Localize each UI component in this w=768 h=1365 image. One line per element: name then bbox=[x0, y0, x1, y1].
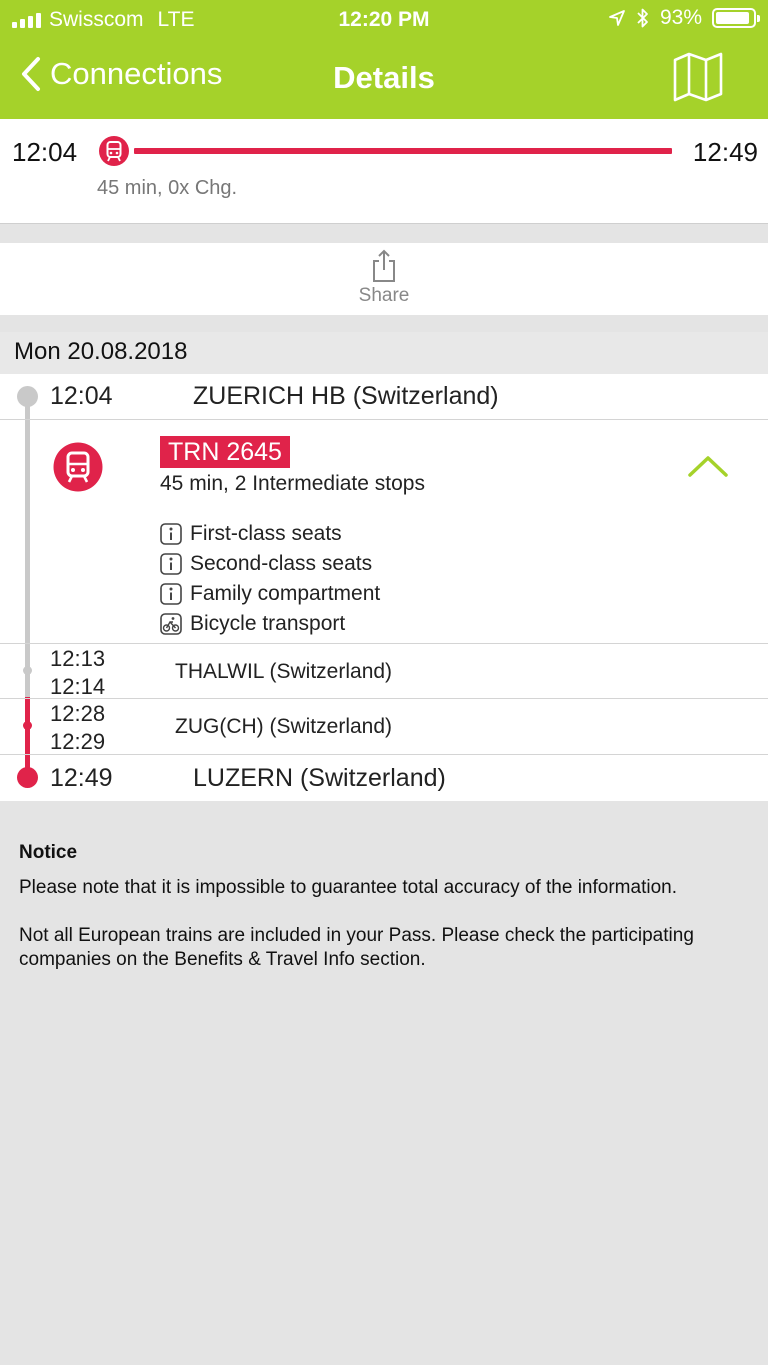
summary-journey-bar bbox=[134, 148, 672, 154]
amenity-label: First-class seats bbox=[190, 522, 342, 545]
amenity-label: Bicycle transport bbox=[190, 612, 346, 635]
timeline-stop-dot bbox=[23, 721, 32, 730]
divider bbox=[0, 419, 768, 420]
info-icon bbox=[160, 523, 182, 545]
status-right: 93% bbox=[608, 6, 760, 30]
connection-summary: 12:04 12:49 45 min, 0x Chg. bbox=[0, 119, 768, 224]
amenity-label: Family compartment bbox=[190, 582, 381, 605]
notice-paragraph: Please note that it is impossible to gua… bbox=[19, 877, 677, 898]
train-name-badge: TRN 2645 bbox=[160, 436, 290, 468]
notice-section: Notice Please note that it is impossible… bbox=[19, 842, 739, 996]
train-icon bbox=[53, 442, 103, 497]
timeline-stop-dot bbox=[23, 666, 32, 675]
departure-station[interactable]: ZUERICH HB (Switzerland) bbox=[193, 382, 499, 411]
amenity-item: Bicycle transport bbox=[160, 612, 345, 636]
share-label: Share bbox=[358, 285, 410, 306]
stop-departure-time: 12:29 bbox=[50, 729, 106, 754]
divider bbox=[0, 754, 768, 755]
chevron-up-icon bbox=[688, 456, 728, 477]
battery-percent: 93% bbox=[659, 6, 702, 29]
timeline-line-upcoming bbox=[25, 697, 30, 777]
battery-icon bbox=[712, 8, 760, 28]
divider bbox=[0, 643, 768, 644]
bicycle-icon bbox=[160, 613, 182, 635]
battery-level-fill bbox=[716, 12, 750, 24]
summary-duration-changes: 45 min, 0x Chg. bbox=[97, 177, 238, 199]
info-icon bbox=[160, 553, 182, 575]
stop-station[interactable]: ZUG(CH) (Switzerland) bbox=[175, 715, 392, 739]
arrival-station[interactable]: LUZERN (Switzerland) bbox=[193, 764, 446, 793]
share-bar: Share bbox=[0, 243, 768, 315]
stop-arrival-time: 12:13 bbox=[50, 646, 106, 671]
amenity-item: First-class seats bbox=[160, 522, 342, 546]
timeline-start-dot bbox=[17, 386, 38, 407]
status-bar: Swisscom LTE 12:20 PM 93% bbox=[0, 0, 768, 40]
notice-title: Notice bbox=[19, 842, 78, 863]
summary-departure-time: 12:04 bbox=[12, 137, 78, 167]
summary-arrival-time: 12:49 bbox=[692, 137, 758, 167]
amenity-label: Second-class seats bbox=[190, 552, 373, 575]
back-button-label: Connections bbox=[50, 56, 223, 91]
back-button[interactable]: Connections bbox=[20, 56, 222, 92]
amenity-item: Family compartment bbox=[160, 582, 380, 606]
amenity-item: Second-class seats bbox=[160, 552, 372, 576]
stop-departure-time: 12:14 bbox=[50, 674, 106, 699]
notice-paragraph: Not all European trains are included in … bbox=[19, 925, 694, 970]
collapse-button[interactable] bbox=[686, 450, 730, 480]
journey-date: Mon 20.08.2018 bbox=[14, 338, 188, 365]
journey-timeline: 12:04 ZUERICH HB (Switzerland) TRN 2645 … bbox=[0, 374, 768, 801]
map-button[interactable] bbox=[672, 50, 724, 102]
info-icon bbox=[160, 583, 182, 605]
share-icon bbox=[373, 249, 395, 282]
location-arrow-icon bbox=[609, 10, 625, 26]
date-header: Mon 20.08.2018 bbox=[0, 332, 768, 374]
divider bbox=[0, 698, 768, 699]
map-icon bbox=[673, 52, 723, 102]
departure-time: 12:04 bbox=[50, 382, 113, 410]
stop-times: 12:13 12:14 bbox=[50, 645, 105, 701]
train-duration-stops: 45 min, 2 Intermediate stops bbox=[160, 472, 425, 495]
train-icon bbox=[98, 135, 130, 172]
arrival-time: 12:49 bbox=[50, 764, 113, 792]
share-button[interactable]: Share bbox=[334, 249, 434, 311]
stop-station[interactable]: THALWIL (Switzerland) bbox=[175, 660, 392, 684]
stop-times: 12:28 12:29 bbox=[50, 700, 105, 756]
chevron-left-icon bbox=[22, 57, 40, 91]
bluetooth-icon bbox=[637, 8, 648, 28]
app-header: Swisscom LTE 12:20 PM 93% Connections De… bbox=[0, 0, 768, 119]
stop-arrival-time: 12:28 bbox=[50, 701, 106, 726]
nav-bar: Connections Details bbox=[0, 40, 768, 119]
timeline-end-dot bbox=[17, 767, 38, 788]
timeline-line-passed bbox=[25, 392, 30, 697]
